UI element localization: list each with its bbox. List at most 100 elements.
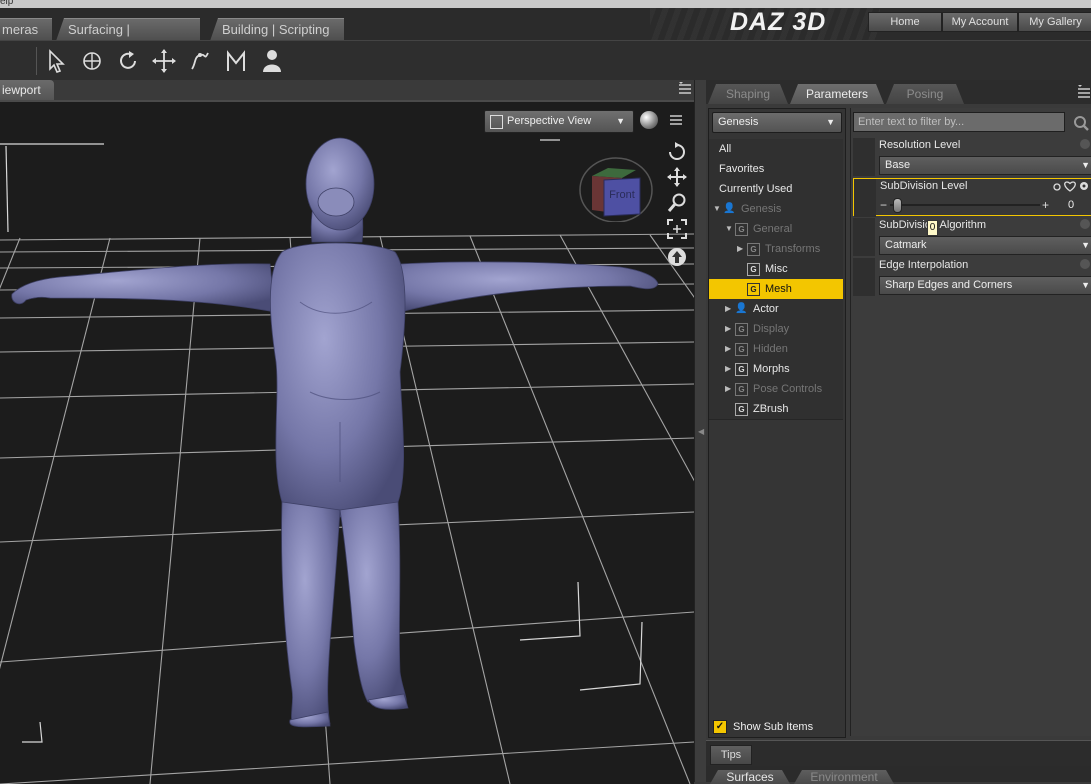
tree-item-label: ZBrush [753,403,789,415]
view-cube-label: Front [609,189,635,201]
tab-surfacing-rendering[interactable]: Surfacing | Rendering [56,18,200,41]
orbit-icon[interactable] [666,140,688,162]
param-strip [853,218,875,256]
tree-item-genesis[interactable]: ▼ 👤 Genesis [709,199,843,220]
decrement-icon[interactable]: − [880,197,887,213]
tree-item-misc[interactable]: G Misc [709,259,843,280]
gear-icon[interactable] [1080,139,1090,149]
param-strip [853,258,875,296]
universal-tool-icon[interactable] [78,47,106,75]
viewport-menu-icon[interactable] [668,112,684,128]
tree-item-label: Genesis [741,203,782,215]
expand-right-icon[interactable]: ▶ [737,239,743,259]
tree-item-zbrush[interactable]: G ZBrush [709,399,843,420]
value-tooltip: 0 [927,220,938,236]
subdivision-algorithm-select[interactable]: Catmark ▼ [879,236,1091,255]
param-strip [853,138,875,176]
tree-item-actor[interactable]: ▶ 👤 Actor [709,299,843,320]
tree-item-currently-used[interactable]: Currently Used [709,179,843,200]
expand-down-icon[interactable]: ▼ [713,199,721,219]
toolbar-separator [36,47,37,75]
tree-item-hidden[interactable]: ▶ G Hidden [709,339,843,360]
tips-button[interactable]: Tips [710,745,752,765]
tab-posing[interactable]: Posing [886,84,964,104]
node-select-label: Genesis [718,116,759,128]
tree-item-favorites[interactable]: Favorites [709,159,843,180]
tree-item-mesh-resolution[interactable]: GMesh Resolution [709,279,843,315]
tree-item-label: Display [753,323,790,335]
tab-building-scripting[interactable]: Building | Scripting [210,18,344,41]
translate-icon[interactable] [150,47,178,75]
joint-editor-icon[interactable] [186,47,214,75]
select-value: Base [885,159,911,171]
tree-item-all[interactable]: All [709,139,843,160]
slider-knob[interactable] [893,198,902,213]
tree-item-general[interactable]: ▼ G General [709,219,843,240]
select-value: Catmark [885,239,927,251]
pane-menu-icon[interactable] [1076,84,1091,100]
tree-item-label: Morphs [753,363,790,375]
home-button[interactable]: Home [868,12,942,32]
expand-right-icon[interactable]: ▶ [725,299,731,319]
expand-right-icon[interactable]: ▶ [725,339,731,359]
chevron-down-icon: ▼ [1081,160,1090,170]
tab-parameters[interactable]: Parameters [790,84,884,104]
increment-icon[interactable]: + [1042,197,1049,213]
group-icon: G [747,243,760,256]
node-select[interactable]: Genesis ▼ [712,112,842,133]
subdivision-level-slider[interactable]: − + 0 [880,197,1091,213]
pane-menu-icon[interactable] [678,82,692,96]
geometry-editor-icon[interactable] [222,47,250,75]
filter-input[interactable] [853,112,1065,132]
chevron-down-icon: ▼ [1081,240,1090,250]
group-icon: G [735,343,748,356]
reset-view-icon[interactable] [666,246,688,268]
tree-item-transforms[interactable]: ▶ G Transforms [709,239,843,260]
tab-cameras[interactable]: meras [0,18,52,41]
tree-item-display[interactable]: ▶ G Display [709,319,843,340]
param-label: SubDivision Level [880,180,968,192]
my-gallery-button[interactable]: My Gallery [1018,12,1091,32]
zoom-icon[interactable] [666,192,688,214]
drawstyle-sphere-icon[interactable] [640,111,658,129]
search-icon[interactable] [1073,115,1089,131]
my-account-button[interactable]: My Account [942,12,1018,32]
right-pane-tabbar: Shaping Parameters Posing [706,80,1091,104]
edge-interpolation-select[interactable]: Sharp Edges and Corners ▼ [879,276,1091,295]
group-icon: G [735,383,748,396]
resolution-level-select[interactable]: Base ▼ [879,156,1091,175]
param-subdivision-algorithm: SubDivision Algorithm Catmark ▼ [853,218,1091,256]
show-sub-items-checkbox[interactable]: ✓ Show Sub Items [713,719,843,735]
param-label: Resolution Level [879,139,961,151]
frame-icon[interactable] [666,218,688,240]
parameter-list: Resolution Level Base ▼ SubDivision Leve… [850,108,1091,736]
view-select[interactable]: Perspective View ▼ [484,110,634,133]
param-strip [854,179,876,217]
tree-item-label: Hidden [753,343,788,355]
tree-item-label: Favorites [719,163,765,175]
slider-value[interactable]: 0 [1068,197,1074,213]
figure-icon: 👤 [735,303,748,314]
tree-item-pose-controls[interactable]: ▶ G Pose Controls [709,379,843,400]
expand-right-icon[interactable]: ▶ [725,319,731,339]
figure-tool-icon[interactable] [258,47,286,75]
rotate-icon[interactable] [114,47,142,75]
tree-item-morphs[interactable]: ▶ G Morphs [709,359,843,380]
tab-viewport[interactable]: iewport [0,80,54,100]
pan-icon[interactable] [666,166,688,188]
select-value: Sharp Edges and Corners [885,279,1013,291]
node-selection-icon[interactable] [42,47,70,75]
gear-icon[interactable] [1080,219,1090,229]
tab-shaping[interactable]: Shaping [708,84,788,104]
slider-track[interactable] [890,204,1040,206]
tree-item-label: Misc [765,263,788,275]
viewport-3d[interactable]: Perspective View ▼ Front [0,100,694,784]
expand-right-icon[interactable]: ▶ [725,359,731,379]
lock-favorite-gear-icons[interactable] [1053,180,1089,192]
gear-icon[interactable] [1080,259,1090,269]
tree-item-label: Currently Used [719,183,793,195]
view-cube[interactable]: Front [578,154,654,222]
expand-right-icon[interactable]: ▶ [725,379,731,399]
expand-down-icon[interactable]: ▼ [725,219,733,239]
help-menu[interactable]: elp [0,0,13,7]
